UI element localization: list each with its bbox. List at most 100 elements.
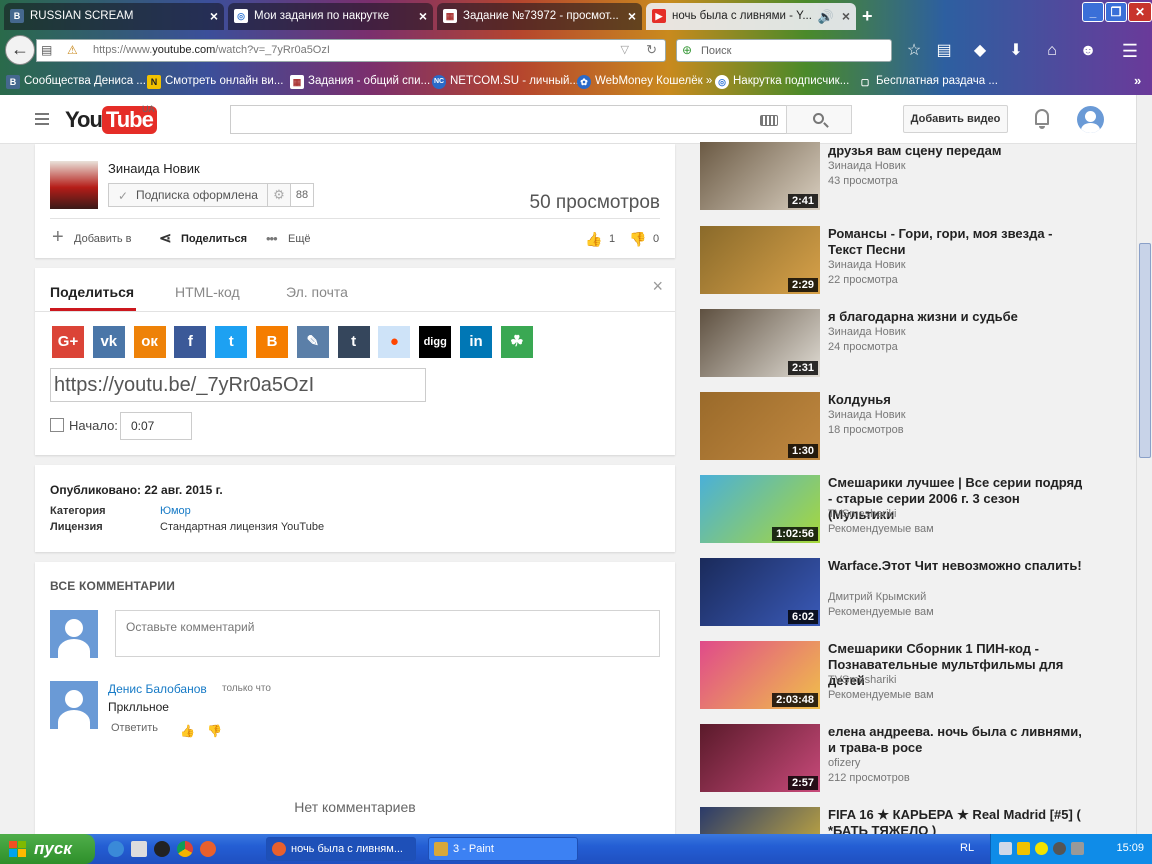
bookmark-item[interactable]: ◎ Накрутка подписчик... bbox=[715, 75, 849, 89]
video-channel[interactable]: TVSmeshariki bbox=[828, 674, 896, 686]
video-title[interactable]: Warface.Этот Чит невозможно спалить! bbox=[828, 558, 1088, 574]
dislike-thumb-down-icon[interactable]: 👎 bbox=[629, 231, 646, 247]
app-quicklaunch-icon[interactable] bbox=[154, 841, 170, 857]
tab-groups-icon[interactable]: ▤ bbox=[41, 43, 52, 57]
browser-tab-2[interactable]: ◎ Мои задания по накрутке × bbox=[228, 3, 433, 30]
start-time-checkbox[interactable] bbox=[50, 418, 64, 432]
video-title[interactable]: я благодарна жизни и судьбе bbox=[828, 309, 1088, 325]
close-tab-icon[interactable]: × bbox=[628, 3, 636, 30]
video-thumbnail[interactable]: 6:02 bbox=[700, 558, 820, 626]
bookmark-star-icon[interactable]: ☆ bbox=[904, 41, 924, 61]
related-video-item[interactable]: 1:02:56 Смешарики лучшее | Все серии подр… bbox=[700, 475, 1100, 545]
ie-quicklaunch-icon[interactable] bbox=[108, 841, 124, 857]
video-channel[interactable]: Зинаида Новик bbox=[828, 409, 906, 421]
related-video-item[interactable]: 2:29 Романсы - Гори, гори, моя звезда - Т… bbox=[700, 226, 1100, 296]
share-f-icon[interactable]: f bbox=[174, 326, 207, 358]
language-indicator[interactable]: RL bbox=[960, 842, 974, 854]
related-video-item[interactable]: 2:31 я благодарна жизни и судьбе Зинаида Н… bbox=[700, 309, 1100, 379]
volume-tray-icon[interactable] bbox=[1071, 842, 1084, 855]
subscribed-button[interactable]: ✓ Подписка оформлена bbox=[108, 183, 268, 207]
menu-icon[interactable]: ☰ bbox=[1120, 41, 1140, 61]
notifications-bell-icon[interactable] bbox=[1033, 109, 1051, 129]
add-to-button[interactable]: + Добавить в bbox=[50, 227, 132, 247]
tab-embed[interactable]: HTML-код bbox=[175, 284, 240, 300]
browser-tab-3[interactable]: ▦ Задание №73972 - просмот... × bbox=[437, 3, 642, 30]
share-ok-icon[interactable]: ок bbox=[133, 326, 166, 358]
keyboard-icon[interactable] bbox=[760, 115, 778, 126]
start-time-input[interactable]: 0:07 bbox=[120, 412, 192, 440]
reading-list-icon[interactable]: ▤ bbox=[934, 41, 954, 61]
page-scrollbar[interactable] bbox=[1136, 95, 1152, 834]
scrollbar-thumb[interactable] bbox=[1139, 243, 1151, 458]
app-tray-icon-2[interactable] bbox=[1053, 842, 1066, 855]
related-video-item[interactable]: 1:30 Колдунья Зинаида Новик 18 просмотров bbox=[700, 392, 1100, 462]
video-title[interactable]: Колдунья bbox=[828, 392, 1088, 408]
share-button[interactable]: ⋖ Поделиться bbox=[157, 231, 247, 247]
share-tw-icon[interactable]: t bbox=[215, 326, 248, 358]
comment-author-avatar[interactable] bbox=[50, 681, 98, 729]
like-thumb-up-icon[interactable]: 👍 bbox=[585, 231, 602, 247]
download-icon[interactable]: ⬇ bbox=[1006, 41, 1026, 61]
share-url-input[interactable]: https://youtu.be/_7yRr0a5OzI bbox=[50, 368, 426, 402]
comment-like-icon[interactable]: 👍 bbox=[180, 724, 195, 738]
bookmark-item[interactable]: ✿ WebMoney Кошелёк » bbox=[577, 75, 712, 89]
subscription-settings-gear-icon[interactable]: ⚙ bbox=[267, 183, 291, 207]
youtube-search-input[interactable] bbox=[230, 105, 787, 134]
bookmark-item[interactable]: ▢ Бесплатная раздача ... bbox=[858, 75, 998, 87]
pocket-icon[interactable]: ◆ bbox=[970, 41, 990, 61]
youtube-logo[interactable]: You Tube UA bbox=[65, 104, 157, 134]
account-avatar[interactable] bbox=[1077, 106, 1104, 133]
channel-avatar[interactable] bbox=[50, 161, 98, 209]
bookmark-item[interactable]: ▦ Задания - общий спи... bbox=[290, 75, 430, 89]
app-tray-icon[interactable] bbox=[1035, 842, 1048, 855]
related-video-item[interactable]: 2:03:48 Смешарики Сборник 1 ПИН-код - Поз… bbox=[700, 641, 1100, 711]
channel-name[interactable]: Зинаида Новик bbox=[108, 161, 200, 176]
video-title[interactable]: елена андреева. ночь была с ливнями, и т… bbox=[828, 724, 1088, 756]
firefox-quicklaunch-icon[interactable] bbox=[200, 841, 216, 857]
video-thumbnail[interactable]: 2:31 bbox=[700, 309, 820, 377]
dropdown-arrow-icon[interactable]: ▽ bbox=[621, 43, 629, 56]
reply-button[interactable]: Ответить bbox=[111, 722, 158, 734]
network-tray-icon[interactable] bbox=[999, 842, 1012, 855]
video-thumbnail[interactable]: 1:02:56 bbox=[700, 475, 820, 543]
video-thumbnail[interactable]: 2:03:48 bbox=[700, 641, 820, 709]
share-t-icon[interactable]: t bbox=[337, 326, 370, 358]
video-thumbnail[interactable]: 2:29 bbox=[700, 226, 820, 294]
url-text[interactable]: https://www.youtube.com/watch?v=_7yRr0a5… bbox=[93, 44, 330, 56]
start-button[interactable]: пуск bbox=[0, 834, 95, 864]
bookmark-item[interactable]: N Смотреть онлайн ви... bbox=[147, 75, 283, 89]
more-actions-button[interactable]: ••• Ещё bbox=[264, 231, 311, 247]
chrome-quicklaunch-icon[interactable] bbox=[177, 841, 193, 857]
speaker-icon[interactable]: 🔊 bbox=[818, 3, 834, 30]
share-digg-icon[interactable]: digg bbox=[419, 326, 452, 358]
share-b-icon[interactable]: B bbox=[256, 326, 288, 358]
related-video-item[interactable]: 6:02 Warface.Этот Чит невозможно спалить!… bbox=[700, 558, 1100, 628]
bookmark-item[interactable]: В Сообщества Дениса ... bbox=[6, 75, 146, 89]
comment-time[interactable]: только что bbox=[222, 683, 271, 694]
youtube-search-button[interactable] bbox=[786, 105, 852, 134]
warning-tray-icon[interactable] bbox=[1017, 842, 1030, 855]
browser-tab-4-active[interactable]: ▶ ночь была с ливнями - Y... 🔊 × bbox=[646, 3, 856, 30]
taskbar-task-paint[interactable]: 3 - Paint bbox=[428, 837, 578, 861]
category-link[interactable]: Юмор bbox=[160, 505, 191, 517]
video-thumbnail[interactable]: 2:41 bbox=[700, 142, 820, 210]
maximize-window-icon[interactable]: ❐ bbox=[1105, 2, 1127, 22]
video-title[interactable]: Романсы - Гори, гори, моя звезда - Текст… bbox=[828, 226, 1088, 258]
video-channel[interactable]: Зинаида Новик bbox=[828, 259, 906, 271]
new-tab-plus-icon[interactable]: + bbox=[862, 6, 873, 27]
tab-share[interactable]: Поделиться bbox=[50, 284, 134, 300]
minimize-window-icon[interactable]: _ bbox=[1082, 2, 1104, 22]
browser-search-box[interactable]: ⊕ Поиск bbox=[676, 39, 892, 62]
close-tab-icon[interactable]: × bbox=[419, 3, 427, 30]
chat-icon[interactable]: ☻ bbox=[1078, 41, 1098, 61]
more-bookmarks-chevron-icon[interactable]: » bbox=[1134, 73, 1141, 88]
url-bar[interactable]: ▤ ⚠ https://www.youtube.com/watch?v=_7yR… bbox=[36, 39, 666, 62]
comment-author[interactable]: Денис Балобанов bbox=[108, 682, 207, 696]
share-rd-icon[interactable]: ● bbox=[378, 326, 411, 358]
video-channel[interactable]: Зинаида Новик bbox=[828, 160, 906, 172]
video-thumbnail[interactable]: 2:57 bbox=[700, 724, 820, 792]
video-channel[interactable]: Дмитрий Крымский bbox=[828, 591, 926, 603]
share-g+-icon[interactable]: G+ bbox=[52, 326, 84, 358]
back-arrow-icon[interactable]: ← bbox=[5, 35, 35, 65]
search-engine-icon[interactable]: ⊕ bbox=[682, 43, 692, 57]
